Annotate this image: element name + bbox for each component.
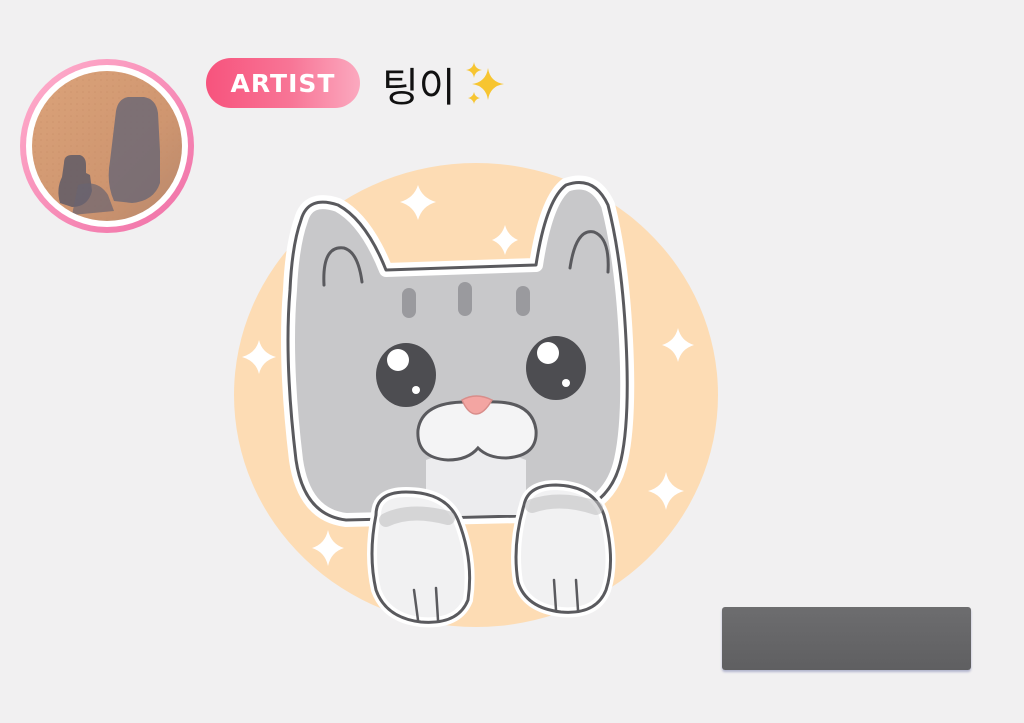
avatar-photo <box>32 71 182 221</box>
artist-badge: ARTIST <box>206 58 360 108</box>
avatar-frame <box>26 65 188 227</box>
artist-name: 팅이 <box>382 56 510 112</box>
cat-artwork <box>234 163 718 628</box>
artist-name-text: 팅이 <box>382 65 456 111</box>
action-bar[interactable] <box>722 607 971 670</box>
artist-avatar[interactable] <box>20 59 194 233</box>
sparkles-icon <box>465 62 504 104</box>
artist-profile-page: ARTIST 팅이 <box>0 0 1024 723</box>
